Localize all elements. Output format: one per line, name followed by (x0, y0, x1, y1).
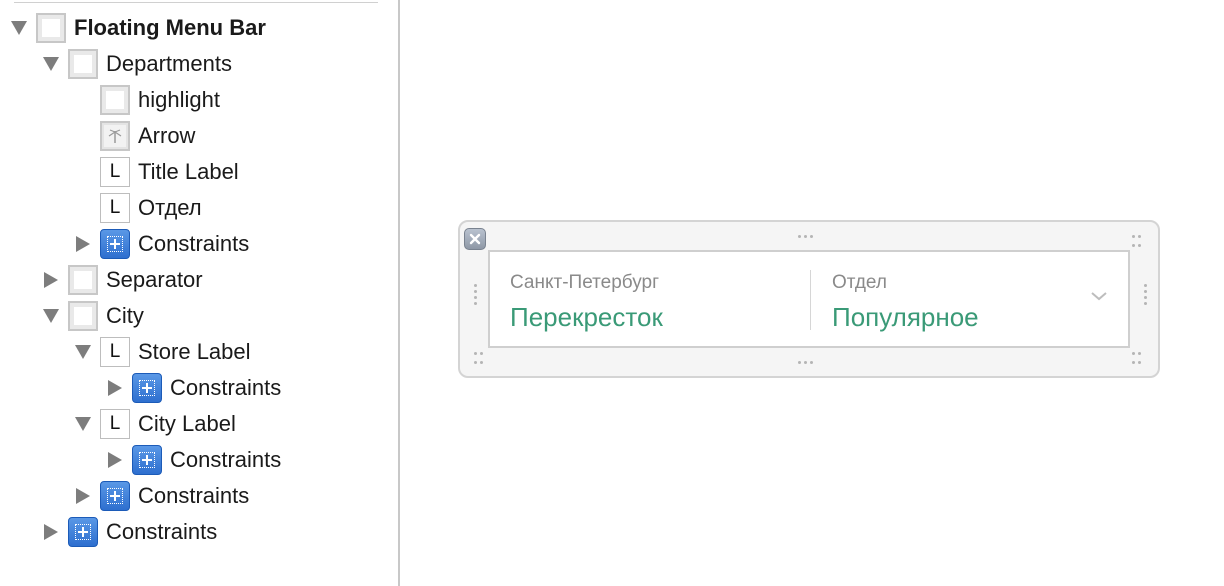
city-caption-label: Санкт-Петербург (510, 272, 660, 293)
disclosure-triangle-collapsed-icon[interactable] (42, 523, 60, 541)
resize-handle-bottom-right-2 (1132, 361, 1141, 364)
constraints-icon (100, 481, 130, 511)
label-icon: L (100, 337, 130, 367)
resize-handle-top-right-2 (1132, 244, 1141, 247)
store-label[interactable]: Перекресток (510, 303, 663, 331)
outline-row-8[interactable]: City (0, 298, 398, 334)
outline-row-label: Title Label (138, 159, 239, 184)
outline-row-label: City Label (138, 411, 236, 436)
outline-row-4[interactable]: L Title Label (0, 154, 398, 190)
outline-row-7[interactable]: Separator (0, 262, 398, 298)
outline-row-label: Constraints (138, 231, 250, 256)
outline-row-1[interactable]: Departments (0, 46, 398, 82)
interface-canvas: Санкт-Петербург Перекресток Отдел Популя… (400, 0, 1224, 586)
label-icon: L (100, 409, 130, 439)
resize-handle-bottom-left[interactable] (474, 352, 483, 355)
resize-handle-top-right[interactable] (1132, 235, 1141, 238)
close-icon[interactable] (464, 228, 486, 250)
disclosure-triangle-expanded-icon[interactable] (74, 343, 92, 361)
outline-row-10[interactable]: Constraints (0, 370, 398, 406)
outline-row-14[interactable]: Constraints (0, 514, 398, 550)
outline-row-label: Constraints (138, 483, 250, 508)
outline-row-label: Separator (106, 267, 203, 292)
resize-handle-top[interactable] (798, 235, 813, 238)
disclosure-triangle-collapsed-icon[interactable] (42, 271, 60, 289)
constraints-icon (132, 373, 162, 403)
outline-row-label: Отдел (138, 195, 202, 220)
outline-row-label: Floating Menu Bar (74, 15, 266, 40)
outline-row-12[interactable]: Constraints (0, 442, 398, 478)
outline-row-label: highlight (138, 87, 220, 112)
department-title-label[interactable]: Популярное (832, 303, 979, 331)
resize-handle-left[interactable] (474, 284, 477, 305)
disclosure-triangle-expanded-icon[interactable] (42, 55, 60, 73)
outline-row-label: Constraints (170, 375, 282, 400)
disclosure-triangle-collapsed-icon[interactable] (106, 451, 124, 469)
outline-row-6[interactable]: Constraints (0, 226, 398, 262)
disclosure-triangle-collapsed-icon[interactable] (74, 487, 92, 505)
resize-handle-bottom[interactable] (798, 361, 813, 364)
outline-row-13[interactable]: Constraints (0, 478, 398, 514)
label-icon: L (100, 157, 130, 187)
constraints-icon (68, 517, 98, 547)
disclosure-triangle-expanded-icon[interactable] (10, 19, 28, 37)
outline-row-5[interactable]: L Отдел (0, 190, 398, 226)
disclosure-triangle-collapsed-icon[interactable] (106, 379, 124, 397)
outline-row-3[interactable]: Arrow (0, 118, 398, 154)
view-icon (68, 265, 98, 295)
outline-row-label: City (106, 303, 144, 328)
disclosure-triangle-expanded-icon[interactable] (42, 307, 60, 325)
outline-row-label: Arrow (138, 123, 196, 148)
document-outline: Floating Menu Bar Departments highlight Arr… (0, 0, 398, 586)
resize-handle-bottom-right[interactable] (1132, 352, 1141, 355)
floating-menu-bar[interactable]: Санкт-Петербург Перекресток Отдел Популя… (488, 250, 1130, 348)
outline-row-2[interactable]: highlight (0, 82, 398, 118)
label-icon: L (100, 193, 130, 223)
separator (810, 270, 811, 330)
outline-row-label: Departments (106, 51, 232, 76)
department-caption-label: Отдел (832, 272, 887, 293)
resize-handle-bottom-left-2 (474, 361, 483, 364)
view-icon (68, 301, 98, 331)
outline-row-label: Store Label (138, 339, 251, 364)
view-icon (100, 85, 130, 115)
outline-row-label: Constraints (106, 519, 218, 544)
constraints-icon (100, 229, 130, 259)
constraints-icon (132, 445, 162, 475)
image-view-icon (100, 121, 130, 151)
outline-row-label: Constraints (170, 447, 282, 472)
disclosure-triangle-expanded-icon[interactable] (74, 415, 92, 433)
outline-tree: Floating Menu Bar Departments highlight Arr… (0, 0, 398, 586)
view-icon (68, 49, 98, 79)
view-icon (36, 13, 66, 43)
outline-row-0[interactable]: Floating Menu Bar (0, 10, 398, 46)
chevron-down-icon[interactable] (1090, 290, 1108, 302)
disclosure-triangle-collapsed-icon[interactable] (74, 235, 92, 253)
outline-row-9[interactable]: L Store Label (0, 334, 398, 370)
resize-handle-right[interactable] (1144, 284, 1147, 305)
outline-row-11[interactable]: L City Label (0, 406, 398, 442)
